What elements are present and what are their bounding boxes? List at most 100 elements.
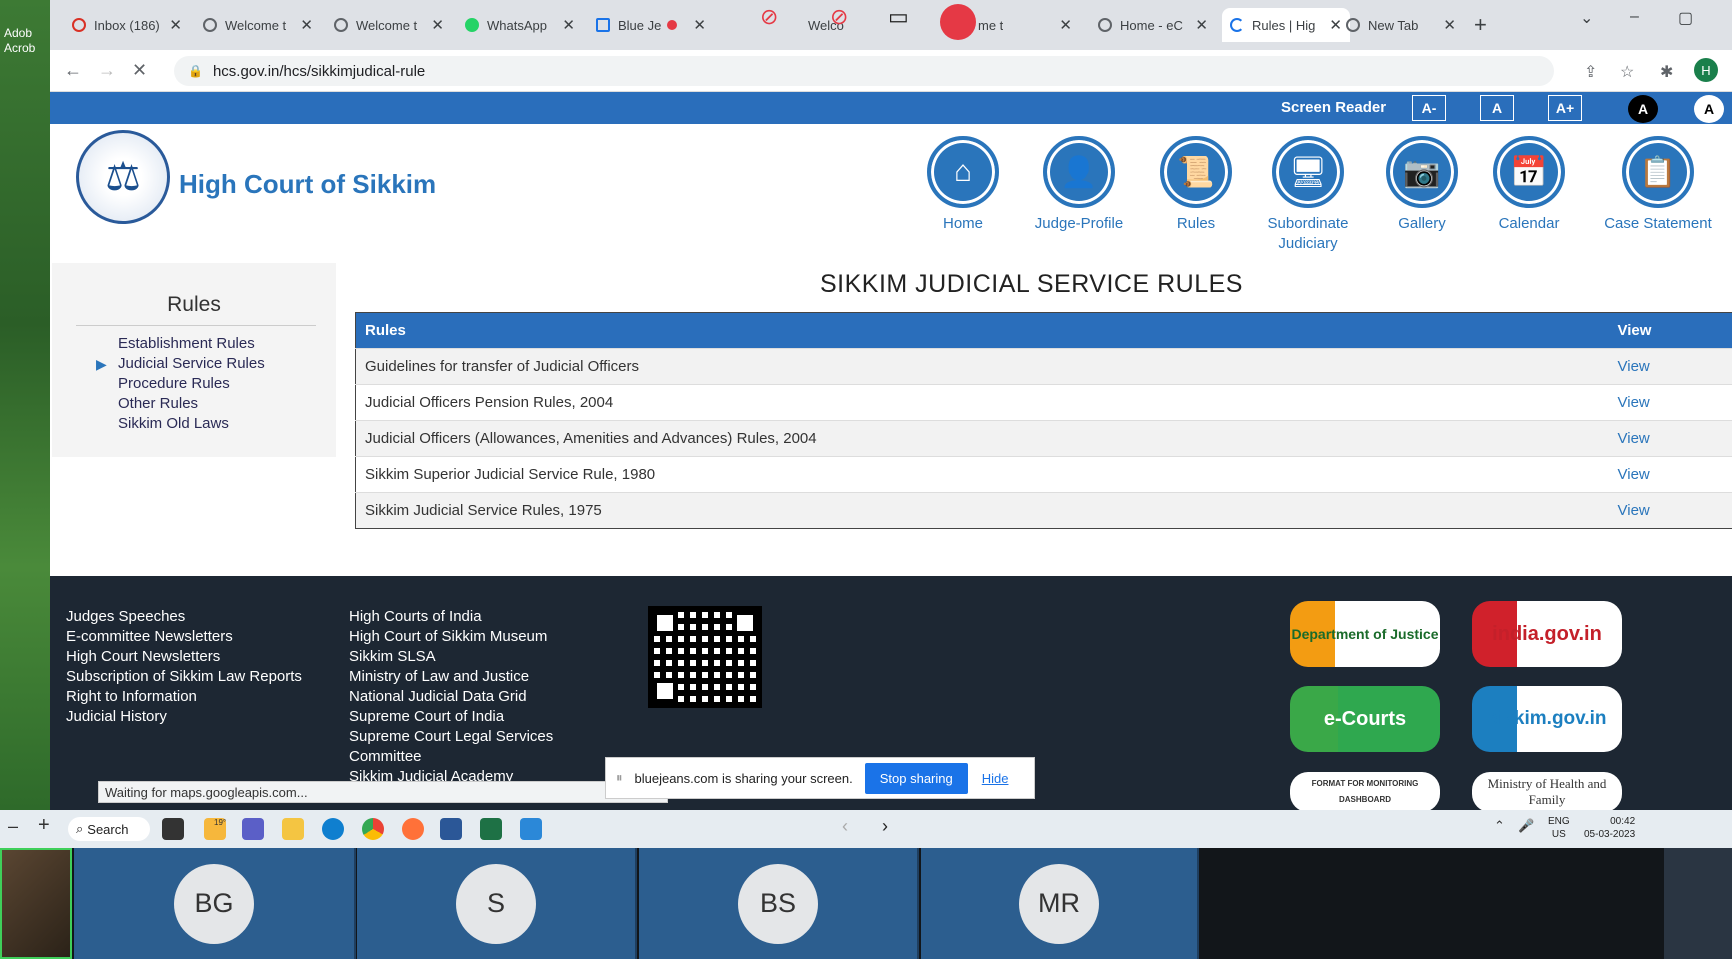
nav-gallery[interactable]: 📷 Gallery	[1367, 136, 1477, 234]
taskbar-search[interactable]: ⌕ Search	[68, 817, 150, 841]
camera-off-icon[interactable]: ⊘	[760, 4, 778, 30]
ministry-health-badge[interactable]: Ministry of Health and Family	[1472, 772, 1622, 810]
forward-icon[interactable]: →	[98, 60, 116, 81]
sikkim-gov-badge[interactable]: sikkim.gov.in	[1472, 686, 1622, 752]
footer-link[interactable]: High Court of Sikkim Museum	[349, 628, 547, 645]
font-decrease-button[interactable]: A-	[1412, 95, 1446, 121]
stop-loading-icon[interactable]: ✕	[132, 60, 147, 81]
nav-case-statement[interactable]: 📋 Case Statement	[1596, 136, 1720, 234]
maximize-icon[interactable]: ▢	[1678, 8, 1693, 28]
monitoring-dashboard-badge[interactable]: FORMAT FOR MONITORING DASHBOARD	[1290, 772, 1440, 810]
ecourts-badge[interactable]: e-Courts	[1290, 686, 1440, 752]
nav-judge-profile[interactable]: 👤 Judge-Profile	[1024, 136, 1134, 234]
desktop-icon-label[interactable]: Adob Acrob	[4, 26, 48, 56]
footer-link[interactable]: Ministry of Law and Justice	[349, 668, 529, 685]
teams-chat-icon[interactable]	[242, 818, 264, 840]
close-icon[interactable]: ✕	[163, 16, 182, 34]
mic-icon[interactable]: 🎤	[1518, 818, 1534, 834]
self-camera-tile[interactable]	[0, 848, 72, 959]
close-icon[interactable]: ✕	[1189, 16, 1208, 34]
department-of-justice-badge[interactable]: Department of Justice	[1290, 601, 1440, 667]
view-link[interactable]: View	[1608, 420, 1732, 457]
view-link[interactable]: View	[1608, 384, 1732, 421]
nav-subordinate-judiciary[interactable]: 🖥 Subordinate Judiciary	[1253, 136, 1363, 254]
site-title[interactable]: High Court of Sikkim	[179, 169, 436, 200]
mic-off-icon[interactable]: ⊘	[830, 4, 848, 30]
excel-icon[interactable]	[480, 818, 502, 840]
back-icon[interactable]: ←	[64, 60, 82, 81]
edge-icon[interactable]	[322, 818, 344, 840]
url-input[interactable]: 🔒 hcs.gov.in/hcs/sikkimjudical-rule	[174, 56, 1554, 86]
footer-link[interactable]: Committee	[349, 748, 422, 765]
footer-link[interactable]: Supreme Court of India	[349, 708, 504, 725]
bookmark-star-icon[interactable]: ☆	[1620, 62, 1634, 82]
sidebar-item-judicial-service-rules[interactable]: ▶ Judicial Service Rules	[52, 354, 336, 374]
hang-up-button[interactable]	[940, 4, 976, 40]
file-explorer-icon[interactable]	[282, 818, 304, 840]
language-indicator[interactable]: ENG US	[1548, 815, 1570, 841]
add-icon[interactable]: +	[38, 814, 50, 837]
nav-rules[interactable]: 📜 Rules	[1141, 136, 1251, 234]
tab-welcome-1[interactable]: Welcome t ✕	[195, 8, 321, 42]
tab-ecourts[interactable]: Home - eC ✕	[1090, 8, 1216, 42]
new-tab-button[interactable]: +	[1474, 12, 1487, 38]
minimize-icon[interactable]: –	[1630, 8, 1639, 26]
share-icon[interactable]: ⇪	[1584, 62, 1597, 82]
document-icon[interactable]	[520, 818, 542, 840]
close-icon[interactable]: ✕	[425, 16, 444, 34]
participant-tile[interactable]: MR	[921, 848, 1199, 959]
footer-link[interactable]: Judicial History	[66, 708, 167, 725]
contrast-dark-button[interactable]: A	[1628, 95, 1658, 123]
drag-handle-icon[interactable]: ⏸	[616, 770, 623, 786]
firefox-icon[interactable]	[402, 818, 424, 840]
tab-welcome-3[interactable]: Welco	[800, 8, 900, 42]
weather-icon[interactable]: 19°	[204, 818, 226, 840]
sidebar-item-establishment-rules[interactable]: Establishment Rules	[52, 334, 336, 354]
nav-prev-icon[interactable]: ‹	[842, 816, 848, 837]
footer-link[interactable]: Judges Speeches	[66, 608, 185, 625]
nav-next-icon[interactable]: ›	[882, 816, 888, 837]
close-icon[interactable]: ✕	[294, 16, 313, 34]
word-icon[interactable]	[440, 818, 462, 840]
close-icon[interactable]: ✕	[1053, 16, 1072, 34]
nav-home[interactable]: ⌂ Home	[908, 136, 1018, 234]
minimize-panel-icon[interactable]: –	[8, 816, 18, 837]
tab-bluejeans[interactable]: Blue Je ✕	[588, 8, 714, 42]
screen-reader-link[interactable]: Screen Reader	[1281, 99, 1386, 116]
participant-tile[interactable]: BG	[74, 848, 356, 959]
font-normal-button[interactable]: A	[1480, 95, 1514, 121]
view-link[interactable]: View	[1608, 456, 1732, 493]
hide-link[interactable]: Hide	[982, 771, 1009, 786]
participant-tile[interactable]: BS	[639, 848, 919, 959]
chrome-icon[interactable]	[362, 818, 384, 840]
contrast-light-button[interactable]: A	[1694, 95, 1724, 123]
close-icon[interactable]: ✕	[687, 16, 706, 34]
profile-avatar[interactable]: H	[1694, 58, 1718, 82]
sidebar-item-procedure-rules[interactable]: Procedure Rules	[52, 374, 336, 394]
tab-search-chevron-icon[interactable]: ⌄	[1580, 8, 1593, 28]
nav-calendar[interactable]: 📅 Calendar	[1474, 136, 1584, 234]
footer-link[interactable]: National Judicial Data Grid	[349, 688, 527, 705]
tray-chevron-icon[interactable]: ⌃	[1494, 818, 1505, 834]
sidebar-item-other-rules[interactable]: Other Rules	[52, 394, 336, 414]
tab-welcome-2[interactable]: Welcome t ✕	[326, 8, 452, 42]
tab-gmail[interactable]: Inbox (186) ✕	[64, 8, 190, 42]
footer-link[interactable]: E-committee Newsletters	[66, 628, 233, 645]
tab-new-tab[interactable]: New Tab ✕	[1338, 8, 1464, 42]
tab-rules-active[interactable]: Rules | Hig ✕	[1222, 8, 1350, 42]
footer-link[interactable]: High Courts of India	[349, 608, 482, 625]
tab-welcome-4[interactable]: me t ✕	[970, 8, 1080, 42]
footer-link[interactable]: Subscription of Sikkim Law Reports	[66, 668, 302, 685]
footer-link[interactable]: Supreme Court Legal Services	[349, 728, 553, 745]
footer-link[interactable]: High Court Newsletters	[66, 648, 220, 665]
tab-whatsapp[interactable]: WhatsApp ✕	[457, 8, 583, 42]
participant-tile[interactable]: S	[357, 848, 637, 959]
close-icon[interactable]: ✕	[556, 16, 575, 34]
font-increase-button[interactable]: A+	[1548, 95, 1582, 121]
screen-share-icon[interactable]: ▭	[888, 4, 909, 30]
high-court-emblem-logo[interactable]: ⚖	[76, 130, 170, 224]
footer-link[interactable]: Sikkim SLSA	[349, 648, 436, 665]
india-gov-badge[interactable]: india.gov.in	[1472, 601, 1622, 667]
close-icon[interactable]: ✕	[1437, 16, 1456, 34]
view-link[interactable]: View	[1608, 348, 1732, 385]
